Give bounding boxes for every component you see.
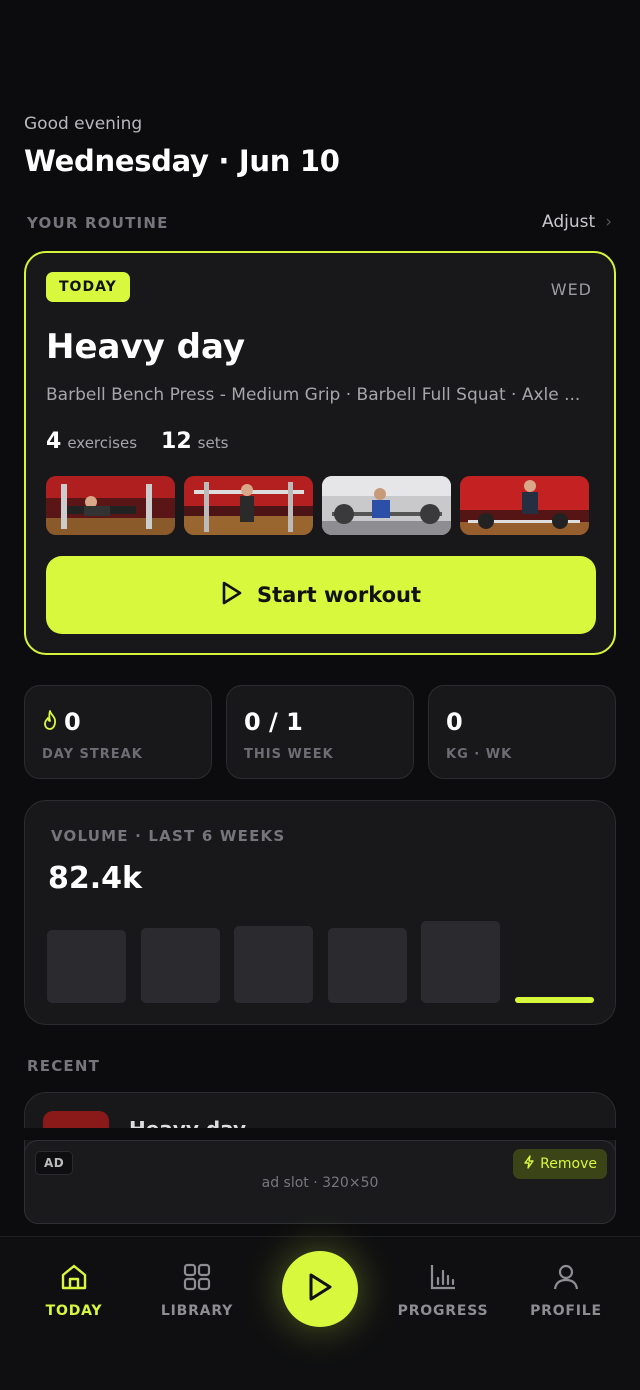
week-value: 0 / 1 bbox=[244, 708, 303, 736]
bottom-tab-bar: TODAY LIBRARY PROGRESS PROFILE bbox=[0, 1236, 640, 1390]
remove-ads-label: Remove bbox=[540, 1156, 597, 1172]
flame-icon bbox=[42, 708, 58, 736]
exercise-count: 4 bbox=[46, 429, 62, 454]
bolt-icon bbox=[523, 1155, 535, 1173]
set-count: 12 bbox=[161, 429, 192, 454]
exercise-thumbnails bbox=[46, 476, 589, 535]
remove-ads-button[interactable]: Remove bbox=[513, 1149, 607, 1179]
set-count-label: sets bbox=[197, 434, 229, 452]
grid-icon bbox=[137, 1259, 257, 1295]
volume-bar bbox=[234, 926, 314, 1003]
ad-banner: AD ad slot · 320×50 Remove bbox=[24, 1140, 616, 1224]
streak-value-row: 0 bbox=[42, 708, 81, 736]
volume-bar bbox=[140, 928, 220, 1003]
bench-press-thumbnail[interactable] bbox=[46, 476, 175, 535]
start-workout-button[interactable]: Start workout bbox=[46, 556, 596, 634]
start-workout-fab[interactable] bbox=[282, 1251, 358, 1327]
exercise-list: Barbell Bench Press - Medium Grip · Barb… bbox=[46, 385, 581, 405]
axle-deadlift-thumbnail[interactable] bbox=[322, 476, 451, 535]
start-workout-label: Start workout bbox=[256, 583, 422, 607]
tab-progress[interactable]: PROGRESS bbox=[383, 1259, 503, 1319]
volume-total: 82.4k bbox=[48, 861, 142, 896]
volume-bar bbox=[47, 930, 126, 1003]
exercise-count-label: exercises bbox=[67, 434, 138, 452]
routine-card[interactable]: TODAY WED Heavy day Barbell Bench Press … bbox=[24, 251, 616, 655]
volume-title: VOLUME · LAST 6 WEEKS bbox=[51, 827, 286, 845]
user-icon bbox=[506, 1259, 626, 1295]
stat-card-week: 0 / 1 THIS WEEK bbox=[226, 685, 414, 779]
tab-today-label: TODAY bbox=[45, 1303, 103, 1319]
tab-library-label: LIBRARY bbox=[160, 1303, 234, 1319]
greeting: Good evening bbox=[24, 114, 143, 134]
volume-bar bbox=[515, 997, 594, 1003]
tab-today[interactable]: TODAY bbox=[14, 1259, 134, 1319]
adjust-link[interactable]: Adjust › bbox=[542, 212, 612, 232]
scroll-mask bbox=[0, 1128, 640, 1140]
volume-bar-chart bbox=[47, 911, 595, 1003]
bar-chart-icon bbox=[383, 1259, 503, 1295]
stat-card-kg: 0 KG · WK bbox=[428, 685, 616, 779]
volume-card: VOLUME · LAST 6 WEEKS 82.4k bbox=[24, 800, 616, 1025]
kg-caption: KG · WK bbox=[446, 747, 513, 762]
today-badge: TODAY bbox=[46, 272, 130, 302]
workout-title: Heavy day bbox=[46, 327, 246, 367]
workout-stats: 4 exercises 12 sets bbox=[46, 429, 228, 454]
home-icon bbox=[14, 1259, 134, 1295]
play-icon bbox=[306, 1272, 334, 1306]
volume-bar bbox=[327, 928, 407, 1003]
stat-card-streak: 0 DAY STREAK bbox=[24, 685, 212, 779]
squat-thumbnail[interactable] bbox=[184, 476, 313, 535]
week-caption: THIS WEEK bbox=[244, 747, 334, 762]
streak-value: 0 bbox=[64, 708, 81, 736]
ad-badge: AD bbox=[35, 1151, 74, 1175]
page-title: Wednesday · Jun 10 bbox=[24, 144, 340, 178]
adjust-label: Adjust bbox=[542, 212, 596, 232]
recent-section-label: RECENT bbox=[27, 1057, 101, 1075]
tab-profile[interactable]: PROFILE bbox=[506, 1259, 626, 1319]
deadlift-thumbnail[interactable] bbox=[460, 476, 589, 535]
streak-caption: DAY STREAK bbox=[42, 747, 143, 762]
volume-bar bbox=[421, 921, 501, 1003]
routine-section-label: YOUR ROUTINE bbox=[27, 214, 169, 232]
tab-library[interactable]: LIBRARY bbox=[137, 1259, 257, 1319]
routine-day: WED bbox=[550, 280, 592, 299]
chevron-right-icon: › bbox=[605, 212, 612, 232]
tab-progress-label: PROGRESS bbox=[397, 1303, 489, 1319]
kg-value: 0 bbox=[446, 708, 463, 736]
tab-profile-label: PROFILE bbox=[530, 1303, 602, 1319]
play-icon bbox=[221, 581, 243, 610]
